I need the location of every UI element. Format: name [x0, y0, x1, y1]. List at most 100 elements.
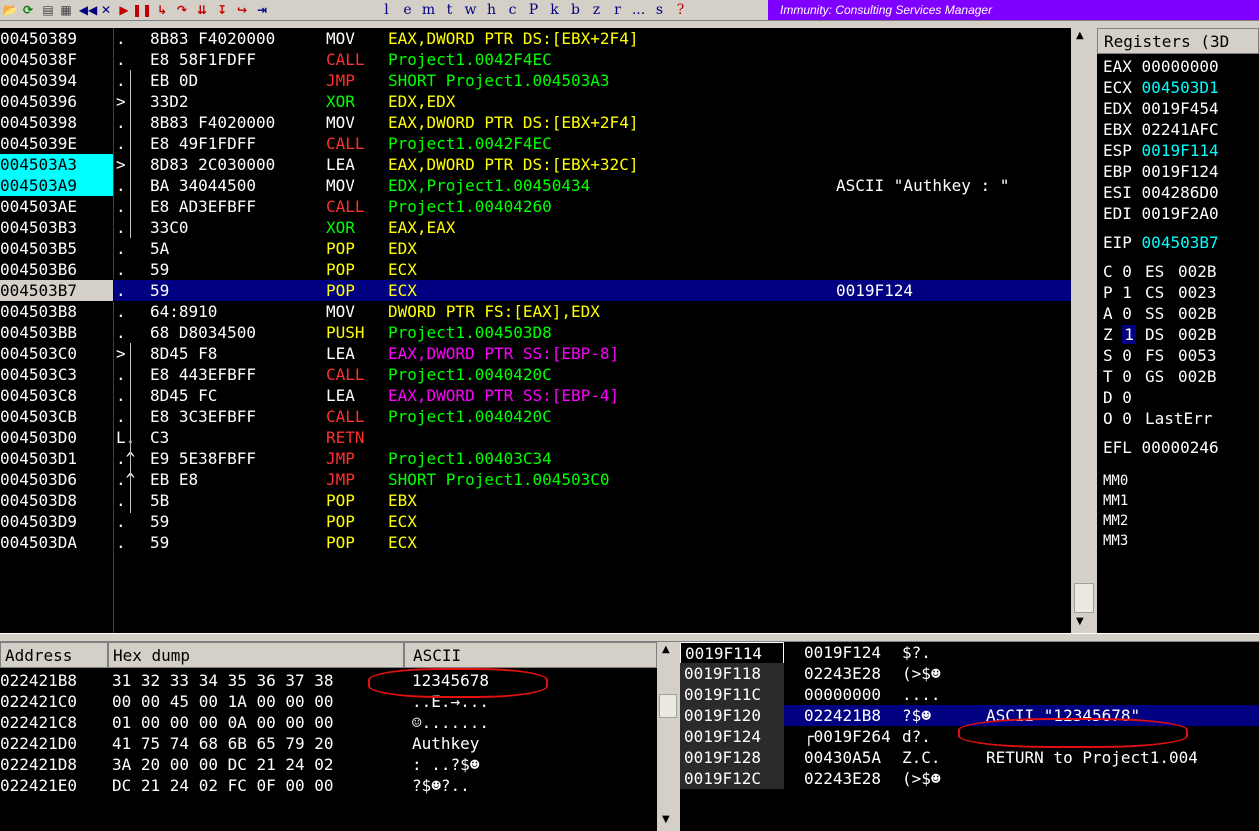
window-shortcut-0[interactable]: l	[376, 2, 397, 18]
register-eip[interactable]: EIP 004503B7	[1103, 232, 1219, 253]
disasm-row[interactable]: 00450389. 8B83 F4020000 MOV EAX,DWORD PTR D…	[0, 28, 1071, 49]
trace-over-icon[interactable]: ↧	[214, 2, 230, 18]
scroll-down-icon[interactable]: ▼	[1076, 616, 1084, 627]
flag-bit[interactable]: 0	[1122, 346, 1132, 365]
disasm-row[interactable]: 004503B7. 59 POP ECX 0019F124	[0, 279, 1071, 302]
disasm-row[interactable]: 004503B3. 33C0 XOR EAX,EAX	[0, 217, 1071, 238]
register-esp[interactable]: ESP 0019F114	[1103, 140, 1219, 161]
disasm-row[interactable]: 0045039E. E8 49F1FDFF CALL Project1.0042F4E…	[0, 133, 1071, 154]
flag-z[interactable]: Z 1 DS 002B	[1103, 324, 1217, 345]
memory-dump-pane[interactable]: Address Hex dump ASCII 022421B8 31 32 33 …	[0, 642, 657, 831]
window-shortcut-10[interactable]: z	[586, 2, 607, 18]
memory-map-icon[interactable]: ▦	[58, 2, 74, 18]
disassembly-scrollbar[interactable]: ▲ ▼	[1071, 28, 1095, 633]
register-value[interactable]: 00000246	[1142, 438, 1219, 457]
stack-pane[interactable]: 0019F114 0019F124 $?. 0019F118 02243E28 (>$☻ 0…	[680, 642, 1259, 831]
flag-t[interactable]: T 0 GS 002B	[1103, 366, 1217, 387]
register-eax[interactable]: EAX 00000000	[1103, 56, 1219, 77]
register-value[interactable]: 0019F454	[1142, 99, 1219, 118]
dump-row[interactable]: 022421D8 3A 20 00 00 DC 21 24 02: ..?$☻	[0, 754, 657, 775]
disasm-row[interactable]: 004503D8. 5B POP EBX	[0, 490, 1071, 511]
close-icon[interactable]: ✕	[98, 2, 114, 18]
register-mm[interactable]: MM0	[1103, 471, 1128, 492]
trace-into-icon[interactable]: ⇊	[194, 2, 210, 18]
window-shortcut-3[interactable]: t	[439, 2, 460, 18]
disasm-row[interactable]: 004503D6 .^ EB E8 JMP SHORT Project1.004503C…	[0, 469, 1071, 490]
disasm-row[interactable]: 004503A3 >8D83 2C030000 LEA EAX,DWORD PTR D…	[0, 154, 1071, 175]
open-icon[interactable]: 📂	[2, 2, 18, 18]
window-shortcut-9[interactable]: b	[565, 2, 586, 18]
scroll-up-icon[interactable]: ▲	[1076, 30, 1084, 41]
window-shortcut-7[interactable]: P	[523, 2, 544, 18]
register-value[interactable]: 0019F2A0	[1142, 204, 1219, 223]
register-mm[interactable]: MM1	[1103, 491, 1128, 512]
stack-row[interactable]: 0019F120 022421B8 ?$☻ ASCII "12345678"	[680, 705, 1259, 726]
scroll-thumb[interactable]	[1074, 583, 1094, 613]
disasm-row[interactable]: 00450396 >33D2 XOR EDX,EDX	[0, 91, 1071, 112]
flag-o[interactable]: O 0 LastErr	[1103, 408, 1212, 429]
restart-icon[interactable]: ⟳	[20, 2, 36, 18]
step-over-icon[interactable]: ↷	[174, 2, 190, 18]
stack-row[interactable]: 0019F114 0019F124 $?.	[680, 642, 1259, 665]
flag-bit[interactable]: 0	[1122, 304, 1132, 323]
dump-scrollbar[interactable]: ▲ ▼	[657, 642, 678, 831]
flag-bit[interactable]: 0	[1122, 262, 1132, 281]
window-shortcut-11[interactable]: r	[607, 2, 628, 18]
dump-header-address[interactable]: Address	[0, 642, 108, 668]
flag-c[interactable]: C 0 ES 002B	[1103, 261, 1217, 282]
disasm-row[interactable]: 0045038F. E8 58F1FDFF CALL Project1.0042F4E…	[0, 49, 1071, 70]
register-value[interactable]: 0019F114	[1142, 141, 1219, 160]
flag-d[interactable]: D 0	[1103, 387, 1132, 408]
register-edi[interactable]: EDI 0019F2A0	[1103, 203, 1219, 224]
stack-row[interactable]: 0019F124 ┌0019F264 d?.	[680, 726, 1259, 747]
disasm-row[interactable]: 004503A9. BA 34044500 MOV EDX,Project1.0045…	[0, 175, 1071, 196]
execute-till-return-icon[interactable]: ↪	[234, 2, 250, 18]
scroll-up-icon[interactable]: ▲	[662, 644, 670, 655]
dump-row[interactable]: 022421B8 31 32 33 34 35 36 37 38 12345678	[0, 670, 657, 691]
disasm-row[interactable]: 004503DA. 59 POP ECX	[0, 532, 1071, 553]
flag-bit[interactable]: 0	[1122, 388, 1132, 407]
flag-p[interactable]: P 1 CS 0023	[1103, 282, 1217, 303]
run-icon[interactable]: ▶	[116, 2, 132, 18]
disasm-row[interactable]: 004503CB. E8 3C3EFBFF CALL Project1.0040420…	[0, 406, 1071, 427]
scroll-down-icon[interactable]: ▼	[662, 814, 670, 825]
register-value[interactable]: 004286D0	[1142, 183, 1219, 202]
disasm-row[interactable]: 004503AE. E8 AD3EFBFF CALL Project1.0040426…	[0, 196, 1071, 217]
disasm-row[interactable]: 004503B6. 59 POP ECX	[0, 259, 1071, 280]
window-shortcut-12[interactable]: ...	[628, 2, 649, 18]
stack-row[interactable]: 0019F118 02243E28 (>$☻	[680, 663, 1259, 684]
disasm-row[interactable]: 004503C3. E8 443EFBFF CALL Project1.0040420…	[0, 364, 1071, 385]
register-mm[interactable]: MM3	[1103, 531, 1128, 552]
stack-row[interactable]: 0019F11C 00000000....	[680, 684, 1259, 705]
register-ebp[interactable]: EBP 0019F124	[1103, 161, 1219, 182]
horizontal-splitter[interactable]	[0, 633, 1259, 642]
disasm-row[interactable]: 004503D1 .^ E9 5E38FBFF JMP Project1.00403C3…	[0, 448, 1071, 469]
dump-header-ascii[interactable]: ASCII	[404, 642, 657, 668]
register-esi[interactable]: ESI 004286D0	[1103, 182, 1219, 203]
disasm-row[interactable]: 00450398. 8B83 F4020000 MOV EAX,DWORD PTR D…	[0, 112, 1071, 133]
register-efl[interactable]: EFL 00000246	[1103, 437, 1219, 458]
dump-row[interactable]: 022421C8 01 00 00 00 0A 00 00 00 ☺.......	[0, 712, 657, 733]
register-value[interactable]: 00000000	[1142, 57, 1219, 76]
go-to-icon[interactable]: ⇥	[254, 2, 270, 18]
disasm-row[interactable]: 004503D9. 59 POP ECX	[0, 511, 1071, 532]
disasm-row[interactable]: 004503C8. 8D45 FC LEA EAX,DWORD PTR SS:[EBP…	[0, 385, 1071, 406]
disasm-row[interactable]: 004503B8. 64:8910 MOV DWORD PTR FS:[EAX],ED…	[0, 301, 1071, 322]
disasm-row[interactable]: 004503B5. 5A POP EDX	[0, 238, 1071, 259]
dump-row[interactable]: 022421D0 41 75 74 68 6B 65 79 20 Authkey	[0, 733, 657, 754]
disasm-row[interactable]: 00450394. EB 0D JMP SHORT Project1.004503A3	[0, 70, 1071, 91]
window-shortcut-14[interactable]: ?	[670, 2, 691, 18]
flag-bit[interactable]: 1	[1122, 283, 1132, 302]
register-value[interactable]: 0019F124	[1142, 162, 1219, 181]
window-shortcut-8[interactable]: k	[544, 2, 565, 18]
window-shortcut-5[interactable]: h	[481, 2, 502, 18]
window-shortcut-4[interactable]: w	[460, 2, 481, 18]
step-into-icon[interactable]: ↳	[154, 2, 170, 18]
registers-pane[interactable]: Registers (3D EAX 00000000 ECX 004503D1 ED…	[1097, 28, 1259, 633]
window-shortcut-2[interactable]: m	[418, 2, 439, 18]
dump-header-hex[interactable]: Hex dump	[108, 642, 404, 668]
window-shortcut-13[interactable]: s	[649, 2, 670, 18]
register-mm[interactable]: MM2	[1103, 511, 1128, 532]
flag-s[interactable]: S 0 FS 0053	[1103, 345, 1217, 366]
attach-icon[interactable]: ▤	[40, 2, 56, 18]
